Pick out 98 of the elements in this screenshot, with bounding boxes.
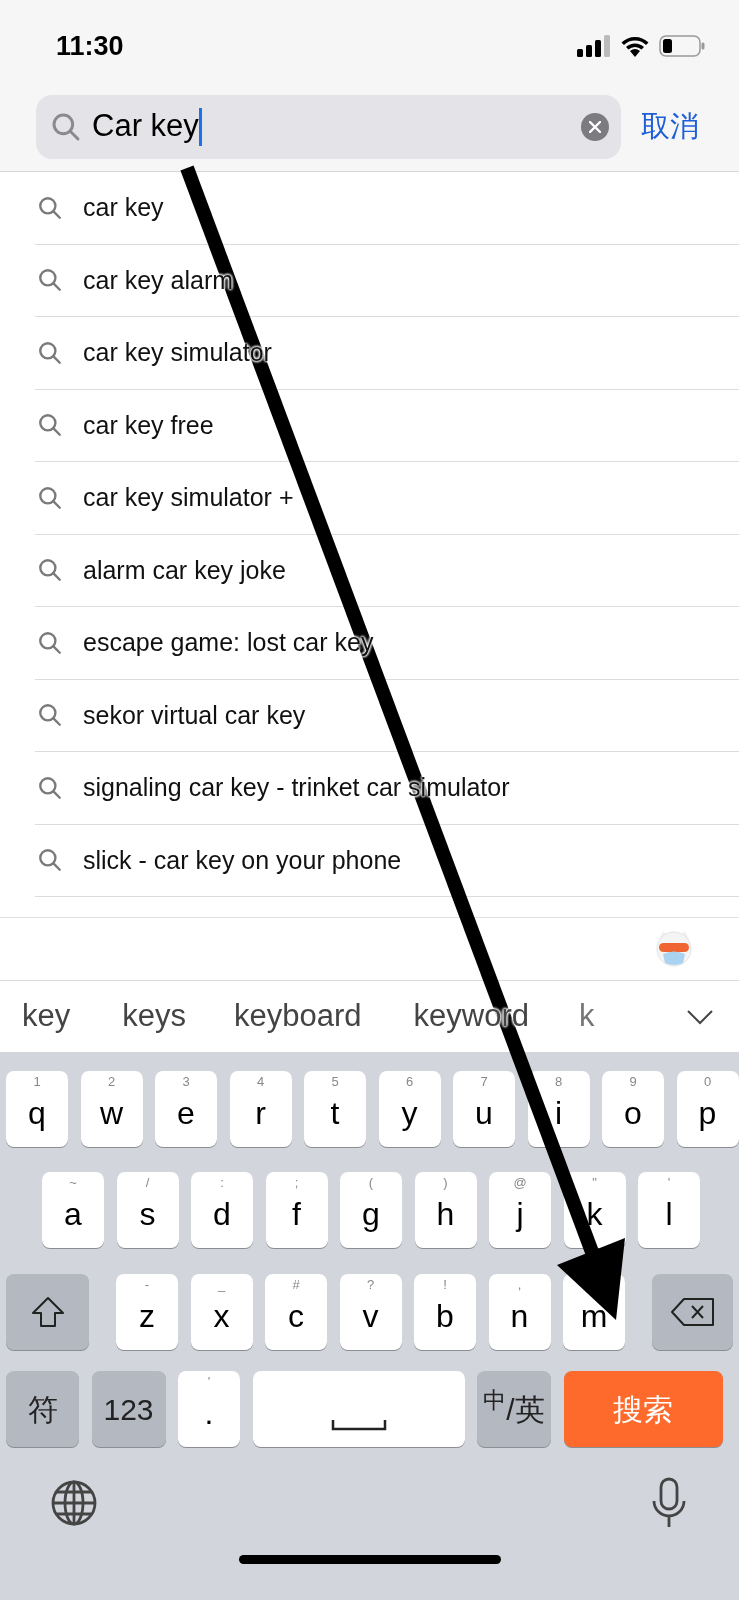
search-icon <box>37 557 63 584</box>
key-hint: 7 <box>480 1075 488 1088</box>
key[interactable]: ; f <box>265 1172 328 1248</box>
key[interactable]: _ x <box>190 1274 253 1350</box>
key[interactable]: 2 w <box>80 1071 143 1147</box>
suggestion-text: sekor virtual car key <box>83 699 306 731</box>
signal-icon <box>577 35 611 57</box>
candidate-word[interactable]: keys <box>122 993 186 1040</box>
suggestion-text: car key <box>83 192 164 223</box>
suggestion-text: car key simulator + <box>83 482 294 513</box>
key[interactable]: , n <box>488 1274 551 1350</box>
key-hint: ? <box>366 1278 375 1291</box>
key[interactable]: / s <box>116 1172 179 1248</box>
suggestion-item[interactable]: car key <box>35 172 739 245</box>
suggestion-item[interactable]: sekor virtual car key <box>35 679 739 752</box>
candidate-word[interactable]: keyboard <box>234 993 362 1040</box>
key[interactable]: @ j <box>489 1172 551 1248</box>
key-hint: ) <box>443 1176 448 1189</box>
key[interactable]: 9 o <box>602 1071 664 1147</box>
key[interactable]: # c <box>265 1274 327 1350</box>
text-cursor <box>198 107 202 146</box>
search-icon <box>37 702 63 729</box>
search-text: Car key <box>92 107 199 146</box>
key-hint: - <box>144 1278 150 1291</box>
key-hint: ( <box>368 1176 374 1189</box>
suggestion-item[interactable]: slick - car key on your phone <box>35 824 739 897</box>
search-icon <box>37 267 63 294</box>
key-hint: ' <box>207 1375 211 1388</box>
search-field[interactable]: Car key <box>36 94 621 159</box>
shift-key[interactable] <box>6 1274 89 1350</box>
key-hint: ~ <box>69 1176 77 1189</box>
key[interactable]: : d <box>191 1172 253 1248</box>
search-icon <box>37 484 63 511</box>
wifi-icon <box>621 35 649 57</box>
shift-icon <box>29 1295 66 1329</box>
clear-button[interactable] <box>581 112 609 141</box>
key-hint: 0 <box>703 1075 712 1088</box>
key-hint: 1 <box>33 1075 41 1088</box>
key-hint: 2 <box>107 1075 116 1088</box>
key[interactable]: ( g <box>340 1172 402 1248</box>
key-hint: @ <box>513 1176 527 1189</box>
key-hint: ; <box>294 1176 299 1189</box>
suggestion-item[interactable]: car key simulator + <box>35 462 739 535</box>
key-hint: " <box>592 1176 597 1189</box>
key[interactable]: ! b <box>414 1274 476 1350</box>
suggestion-item[interactable]: car key free <box>35 389 739 462</box>
key-hint: 9 <box>629 1075 637 1088</box>
key-hint: 5 <box>331 1075 339 1088</box>
search-icon <box>37 629 63 656</box>
candidate-word[interactable]: key <box>22 993 71 1040</box>
suggestion-text: alarm car key joke <box>83 554 286 586</box>
key-hint: # <box>292 1278 300 1291</box>
key[interactable]: 5 t <box>304 1071 366 1147</box>
key-hint: 6 <box>405 1075 414 1088</box>
key[interactable]: 6 y <box>378 1071 441 1147</box>
key-hint: , <box>517 1278 522 1291</box>
key-hint: / <box>145 1176 150 1189</box>
status-time: 11:30 <box>56 29 124 63</box>
key[interactable]: ~ a <box>42 1172 104 1248</box>
key-hint: 4 <box>256 1075 265 1088</box>
key[interactable]: 1 q <box>6 1071 68 1147</box>
chevron-down-icon[interactable] <box>686 1008 714 1025</box>
search-icon <box>37 847 63 874</box>
key-hint: 3 <box>182 1075 190 1088</box>
suggestion-text: car key free <box>83 409 214 441</box>
function-key[interactable]: 符 <box>6 1371 79 1447</box>
key[interactable]: ' . <box>178 1371 240 1447</box>
delete-icon <box>669 1297 716 1327</box>
key-hint: _ <box>217 1278 226 1291</box>
delete-key[interactable] <box>652 1274 733 1350</box>
key[interactable]: 0 p <box>676 1071 739 1147</box>
key-hint: : <box>220 1176 224 1189</box>
search-icon <box>37 774 63 801</box>
suggestion-item[interactable]: alarm car key joke <box>35 534 739 607</box>
function-key[interactable]: 123 <box>91 1371 166 1447</box>
key-hint: ! <box>443 1278 447 1291</box>
battery-icon <box>659 35 705 57</box>
key[interactable]: - z <box>116 1274 178 1350</box>
candidate-word[interactable]: k <box>578 993 595 1040</box>
function-key[interactable]: $^{中}$/英 <box>477 1371 551 1447</box>
key[interactable]: 4 r <box>229 1071 292 1147</box>
key[interactable]: ' l <box>638 1172 700 1248</box>
globe-icon[interactable] <box>50 1479 98 1527</box>
suggestion-text: slick - car key on your phone <box>83 844 402 876</box>
key[interactable]: 7 u <box>453 1071 515 1147</box>
key[interactable]: ? v <box>339 1274 402 1350</box>
close-icon <box>589 120 601 133</box>
key-hint: 8 <box>554 1075 563 1088</box>
key[interactable]: 3 e <box>155 1071 217 1147</box>
mascot-icon <box>655 929 693 969</box>
microphone-icon[interactable] <box>651 1477 687 1529</box>
key-hint: ' <box>667 1176 671 1189</box>
search-icon <box>37 194 63 221</box>
key[interactable]: ) h <box>414 1172 477 1248</box>
space-icon <box>330 1419 387 1431</box>
cancel-button[interactable]: 取消 <box>641 104 699 149</box>
search-icon <box>37 412 63 439</box>
search-icon <box>37 339 63 366</box>
